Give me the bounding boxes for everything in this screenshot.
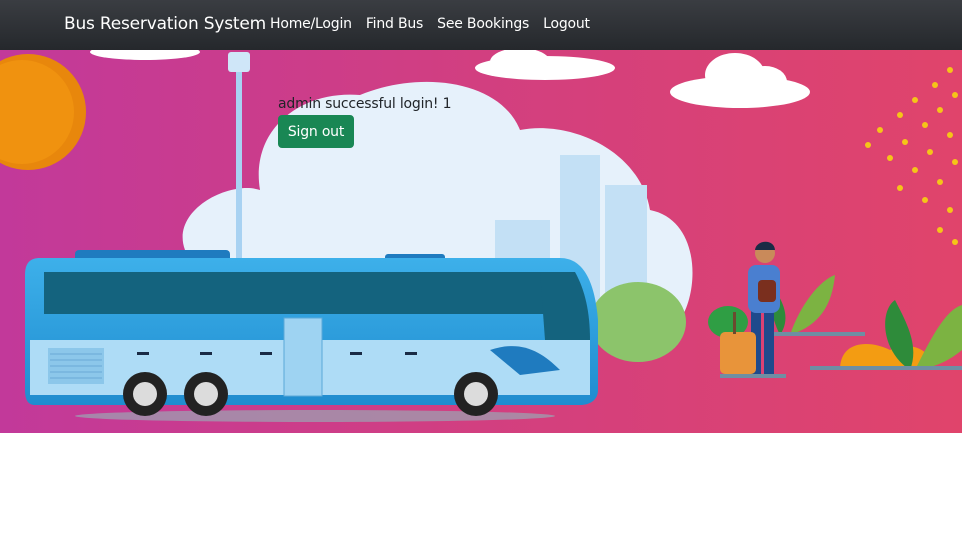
bush-shape [590, 282, 686, 362]
nav-links: Home/Login Find Bus See Bookings Logout [270, 16, 604, 32]
nav-link-see-bookings[interactable]: See Bookings [437, 16, 529, 32]
nav-link-logout[interactable]: Logout [543, 16, 590, 32]
hero-banner: admin successful login! 1 Sign out [0, 50, 962, 433]
hero-illustration [0, 50, 962, 433]
sign-out-button[interactable]: Sign out [278, 115, 354, 148]
nav-link-find-bus[interactable]: Find Bus [366, 16, 424, 32]
login-message: admin successful login! 1 [278, 96, 452, 112]
bus-icon [25, 250, 598, 422]
navbar: Bus Reservation System Home/Login Find B… [0, 0, 962, 50]
brand-link[interactable]: Bus Reservation System [64, 14, 266, 34]
nav-link-home-login[interactable]: Home/Login [270, 16, 352, 32]
